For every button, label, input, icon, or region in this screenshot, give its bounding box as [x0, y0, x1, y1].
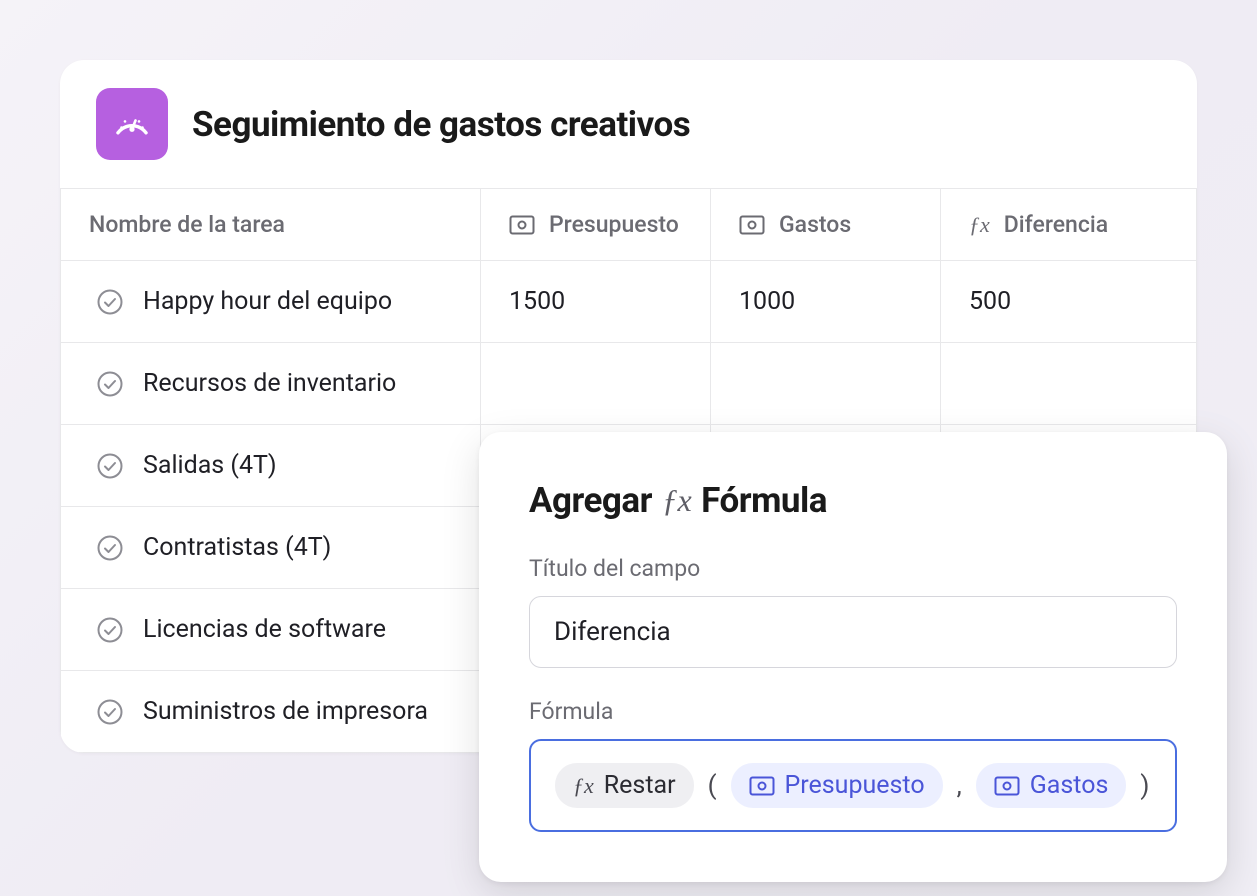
paren-close: )	[1138, 771, 1151, 801]
check-circle-icon	[97, 289, 123, 315]
task-name: Salidas (4T)	[143, 451, 277, 480]
money-icon	[749, 776, 775, 796]
task-name: Recursos de inventario	[143, 369, 396, 398]
diff-cell[interactable]: 500	[941, 261, 1197, 343]
gauge-icon	[96, 88, 168, 160]
fx-icon: ƒx	[573, 773, 594, 799]
formula-label: Fórmula	[529, 698, 1177, 725]
spent-cell[interactable]: 1000	[711, 261, 941, 343]
comma: ,	[955, 771, 964, 801]
check-circle-icon	[97, 617, 123, 643]
column-header-label: Gastos	[779, 211, 851, 238]
panel-title: Agregar ƒx Fórmula	[529, 480, 1177, 521]
money-icon	[739, 215, 765, 235]
formula-input[interactable]: ƒx Restar ( Presupuesto , Gastos )	[529, 739, 1177, 832]
task-name: Licencias de software	[143, 615, 386, 644]
column-header-label: Diferencia	[1004, 211, 1108, 238]
field-title-label: Título del campo	[529, 555, 1177, 582]
formula-function-token[interactable]: ƒx Restar	[555, 763, 694, 808]
formula-arg-label: Gastos	[1030, 771, 1109, 800]
table-row[interactable]: Happy hour del equipo 1500 1000 500	[61, 261, 1197, 343]
panel-title-suffix: Fórmula	[701, 480, 827, 521]
field-title-input[interactable]	[529, 596, 1177, 668]
paren-open: (	[706, 771, 719, 801]
money-icon	[994, 776, 1020, 796]
check-circle-icon	[97, 453, 123, 479]
spent-cell[interactable]	[711, 343, 941, 425]
formula-arg-label: Presupuesto	[785, 771, 925, 800]
check-circle-icon	[97, 371, 123, 397]
formula-field-token-budget[interactable]: Presupuesto	[731, 763, 943, 808]
column-header-spent[interactable]: Gastos	[711, 189, 941, 261]
check-circle-icon	[97, 535, 123, 561]
card-header: Seguimiento de gastos creativos	[60, 60, 1197, 188]
money-icon	[509, 215, 535, 235]
budget-cell[interactable]: 1500	[481, 261, 711, 343]
formula-field-token-spent[interactable]: Gastos	[976, 763, 1127, 808]
column-header-task[interactable]: Nombre de la tarea	[61, 189, 481, 261]
check-circle-icon	[97, 699, 123, 725]
column-header-label: Nombre de la tarea	[89, 211, 285, 238]
add-formula-panel: Agregar ƒx Fórmula Título del campo Fórm…	[479, 432, 1227, 882]
diff-cell[interactable]	[941, 343, 1197, 425]
column-header-budget[interactable]: Presupuesto	[481, 189, 711, 261]
panel-title-prefix: Agregar	[529, 480, 652, 521]
budget-cell[interactable]	[481, 343, 711, 425]
fx-icon: ƒx	[969, 212, 990, 238]
task-name: Suministros de impresora	[143, 697, 428, 726]
card-title: Seguimiento de gastos creativos	[192, 104, 690, 145]
task-name: Contratistas (4T)	[143, 533, 331, 562]
table-row[interactable]: Recursos de inventario	[61, 343, 1197, 425]
fx-icon: ƒx	[662, 482, 691, 519]
column-header-diff[interactable]: ƒx Diferencia	[941, 189, 1197, 261]
formula-function-name: Restar	[604, 771, 676, 800]
task-name: Happy hour del equipo	[143, 287, 392, 316]
column-header-label: Presupuesto	[549, 211, 679, 238]
